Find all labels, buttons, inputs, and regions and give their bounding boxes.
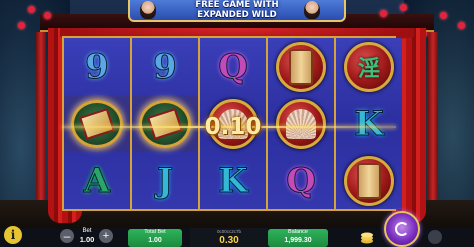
spin-arrow-icon bbox=[395, 222, 409, 236]
chinese-character-symbol: 淫 bbox=[344, 41, 394, 92]
character-portrait-left bbox=[140, 1, 156, 19]
total-bet-panel: Total Bet 1.00 bbox=[128, 229, 182, 247]
blossom-icon bbox=[400, 4, 407, 11]
scroll-symbol bbox=[344, 155, 394, 206]
blossom-icon bbox=[440, 12, 447, 19]
character-portrait-right bbox=[304, 1, 320, 19]
balance-label: Balance bbox=[288, 229, 308, 235]
line-win-amount: 0.10 bbox=[204, 114, 262, 140]
chinese-character: 淫 bbox=[357, 55, 380, 82]
balance-panel: Balance 1,999.30 bbox=[268, 229, 328, 247]
jack-symbol: J bbox=[156, 160, 174, 201]
total-bet-value: 1.00 bbox=[148, 237, 162, 244]
reel-2-symbol-3: J bbox=[132, 152, 198, 209]
reel-4-symbol-2 bbox=[268, 95, 334, 152]
reel-4-symbol-3: Q bbox=[268, 152, 334, 209]
bet-increase-button[interactable]: + bbox=[99, 229, 113, 243]
win-value: 0.30 bbox=[219, 235, 239, 246]
total-bet-label: Total Bet bbox=[144, 229, 166, 235]
round-id: 0c00cc2c7b bbox=[216, 229, 242, 234]
king-symbol: K bbox=[218, 160, 249, 201]
fan-symbol bbox=[276, 98, 326, 149]
book-scatter-symbol bbox=[71, 99, 123, 148]
reel-2-symbol-2 bbox=[132, 95, 198, 152]
nine-symbol: 9 bbox=[85, 46, 110, 87]
reel-1-symbol-1: 9 bbox=[64, 38, 130, 95]
scroll-symbol bbox=[276, 41, 326, 92]
reel-2: 9 J bbox=[132, 38, 198, 209]
reel-1-symbol-3: A bbox=[64, 152, 130, 209]
reel-5-symbol-1: 淫 bbox=[336, 38, 402, 95]
reel-5-symbol-2: K bbox=[336, 95, 402, 152]
bet-value: 1.00 bbox=[79, 235, 95, 244]
nine-symbol: 9 bbox=[153, 46, 178, 87]
coins-icon[interactable] bbox=[359, 230, 375, 244]
reel-5-symbol-3 bbox=[336, 152, 402, 209]
reel-4-symbol-1 bbox=[268, 38, 334, 95]
book-scatter-symbol bbox=[139, 99, 191, 148]
info-button[interactable]: i bbox=[4, 226, 22, 244]
balance-value: 1,999.30 bbox=[284, 237, 312, 244]
reel-3-symbol-3: K bbox=[200, 152, 266, 209]
reel-5: 淫 K bbox=[336, 38, 402, 209]
blossom-icon bbox=[28, 6, 35, 13]
reel-1: 9 A bbox=[64, 38, 130, 209]
queen-symbol: Q bbox=[286, 160, 317, 201]
bet-decrease-button[interactable]: – bbox=[60, 229, 74, 243]
spin-button[interactable] bbox=[384, 211, 420, 247]
reel-3-symbol-1: Q bbox=[200, 38, 266, 95]
win-display: 0c00cc2c7b 0.30 bbox=[190, 228, 268, 247]
reel-1-symbol-2 bbox=[64, 95, 130, 152]
blossom-icon bbox=[380, 10, 387, 17]
blossom-icon bbox=[44, 12, 51, 19]
autoplay-button[interactable] bbox=[428, 230, 442, 244]
ace-symbol: A bbox=[83, 160, 111, 201]
blossom-icon bbox=[18, 22, 25, 29]
king-symbol: K bbox=[354, 103, 385, 144]
blossom-icon bbox=[458, 22, 465, 29]
bet-label: Bet bbox=[82, 228, 92, 234]
reel-2-symbol-1: 9 bbox=[132, 38, 198, 95]
reel-4: Q bbox=[268, 38, 334, 209]
queen-symbol: Q bbox=[218, 46, 249, 87]
